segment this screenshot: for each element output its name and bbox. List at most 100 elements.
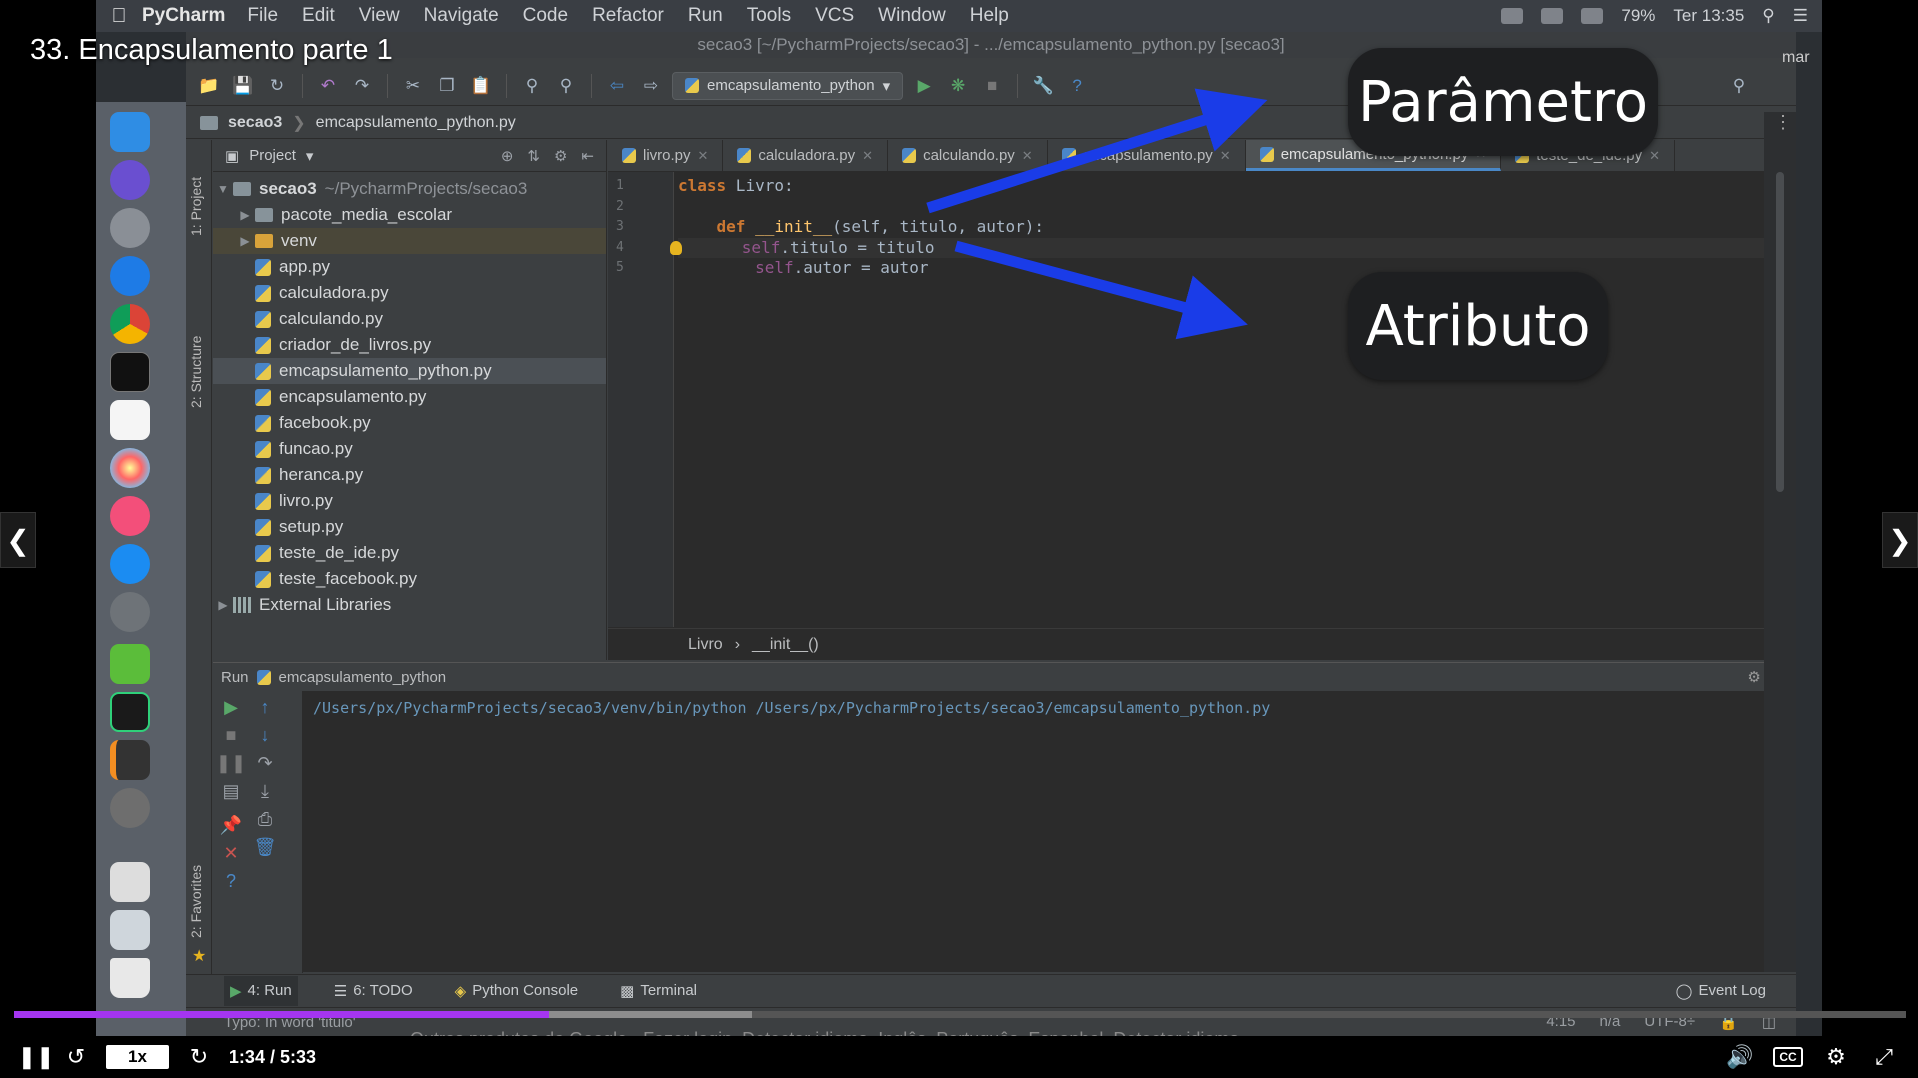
scroll-to-end-icon[interactable]: ⤓	[253, 779, 277, 803]
forward-button[interactable]: ↻	[179, 1037, 219, 1077]
menu-vcs[interactable]: VCS	[815, 5, 854, 27]
chrome-icon[interactable]	[110, 304, 150, 344]
collapsed-arrow-icon[interactable]: ▶	[213, 598, 233, 612]
code-line[interactable]	[678, 197, 1786, 218]
paste-icon[interactable]: 📋	[468, 73, 494, 99]
copy-icon[interactable]: ❐	[434, 73, 460, 99]
stop-icon[interactable]: ■	[219, 723, 243, 747]
replace-icon[interactable]: ⚲	[553, 73, 579, 99]
restore-layout-icon[interactable]: ▤	[219, 779, 243, 803]
run-icon[interactable]: ▶	[911, 73, 937, 99]
editor-tab[interactable]: encapsulamento.py ✕	[1048, 140, 1246, 171]
help-icon[interactable]: ?	[1064, 73, 1090, 99]
settings-wrench-icon[interactable]: 🔧	[1030, 73, 1056, 99]
tree-external-libraries[interactable]: ▶ External Libraries	[213, 592, 606, 618]
hide-panel-icon[interactable]: ⇤	[581, 147, 594, 165]
pin-icon[interactable]: 📌	[219, 813, 243, 837]
lightbulb-icon[interactable]	[670, 241, 682, 255]
previous-lecture-button[interactable]: ❮	[0, 512, 36, 568]
tree-file[interactable]: facebook.py	[213, 410, 606, 436]
redo-icon[interactable]: ↷	[349, 73, 375, 99]
calendar-icon[interactable]	[110, 400, 150, 440]
photos-icon[interactable]	[110, 448, 150, 488]
save-icon[interactable]: 💾	[230, 73, 256, 99]
project-view-selector[interactable]: Project	[249, 147, 296, 164]
breadcrumb-file[interactable]: emcapsulamento_python.py	[316, 114, 516, 132]
tree-file[interactable]: calculando.py	[213, 306, 606, 332]
stop-icon[interactable]: ■	[979, 73, 1005, 99]
next-lecture-button[interactable]: ❯	[1882, 512, 1918, 568]
rerun-icon[interactable]: ▶	[219, 695, 243, 719]
menubar-clock[interactable]: Ter 13:35	[1673, 6, 1744, 26]
tool-tab-terminal[interactable]: ▩ Terminal	[614, 976, 703, 1006]
wifi-icon[interactable]	[1581, 8, 1604, 24]
crumb-class[interactable]: Livro	[688, 636, 723, 654]
volume-icon[interactable]: 🔊	[1720, 1037, 1760, 1077]
settings-gear-icon[interactable]: ⚙	[1816, 1037, 1856, 1077]
run-config-selector[interactable]: emcapsulamento_python ▾	[672, 71, 904, 100]
close-tab-icon[interactable]: ✕	[1022, 148, 1033, 164]
pycharm-icon[interactable]	[110, 692, 150, 732]
video-progress-bar[interactable]	[14, 1011, 1906, 1018]
collapsed-arrow-icon[interactable]: ▶	[235, 234, 255, 248]
tree-file[interactable]: teste_de_ide.py	[213, 540, 606, 566]
gear-icon[interactable]: ⚙	[554, 147, 567, 165]
tree-file[interactable]: criador_de_livros.py	[213, 332, 606, 358]
tree-file[interactable]: setup.py	[213, 514, 606, 540]
chevron-down-icon[interactable]: ▾	[306, 147, 314, 165]
menu-window[interactable]: Window	[878, 5, 946, 27]
editor-tab[interactable]: calculando.py ✕	[888, 140, 1048, 171]
tree-file[interactable]: app.py	[213, 254, 606, 280]
siri-icon[interactable]	[110, 160, 150, 200]
menu-view[interactable]: View	[359, 5, 400, 27]
menu-navigate[interactable]: Navigate	[424, 5, 499, 27]
scrollbar-thumb[interactable]	[1776, 172, 1784, 492]
code-line[interactable]: class Livro:	[678, 176, 1786, 197]
search-everywhere-icon[interactable]: ⚲	[1726, 73, 1752, 99]
menubar-app-name[interactable]: PyCharm	[142, 5, 225, 27]
launchpad-icon[interactable]	[110, 208, 150, 248]
breadcrumb-project[interactable]: secao3	[228, 114, 282, 132]
playback-speed-button[interactable]: 1x	[106, 1045, 169, 1069]
itunes-icon[interactable]	[110, 496, 150, 536]
menu-code[interactable]: Code	[523, 5, 568, 27]
screen-record-icon[interactable]	[1501, 8, 1524, 24]
undo-icon[interactable]: ↶	[315, 73, 341, 99]
sync-icon[interactable]: ↻	[264, 73, 290, 99]
downloads-folder-icon[interactable]	[110, 910, 150, 950]
system-preferences-icon[interactable]	[110, 592, 150, 632]
spotlight-icon[interactable]: ⚲	[1762, 6, 1774, 26]
tool-tab-todo[interactable]: ☰ 6: TODO	[328, 976, 419, 1006]
documents-folder-icon[interactable]	[110, 862, 150, 902]
expanded-arrow-icon[interactable]: ▼	[213, 182, 233, 196]
run-config-tab[interactable]: emcapsulamento_python	[279, 669, 447, 686]
open-folder-icon[interactable]: 📁	[196, 73, 222, 99]
menu-tools[interactable]: Tools	[747, 5, 791, 27]
trash-icon[interactable]: 🗑	[253, 835, 277, 859]
code-area[interactable]: class Livro: def __init__(self, titulo, …	[670, 176, 1786, 279]
finder-icon[interactable]	[110, 112, 150, 152]
terminal-icon[interactable]	[110, 352, 150, 392]
close-icon[interactable]: ✕	[219, 841, 243, 865]
target-icon[interactable]: ⊕	[501, 147, 514, 165]
editor-tab[interactable]: livro.py ✕	[608, 140, 724, 171]
debug-icon[interactable]: ❋	[945, 73, 971, 99]
tool-tab-run[interactable]: ▶ 4: Run	[224, 975, 298, 1006]
tree-file[interactable]: calculadora.py	[213, 280, 606, 306]
close-tab-icon[interactable]: ✕	[698, 148, 709, 164]
battery-percent[interactable]: 79%	[1621, 6, 1655, 26]
collapse-all-icon[interactable]: ⇅	[527, 147, 540, 165]
editor-tab[interactable]: calculadora.py ✕	[723, 140, 889, 171]
pause-icon[interactable]: ❚❚	[216, 751, 246, 775]
utorrent-icon[interactable]	[110, 644, 150, 684]
close-tab-icon[interactable]: ✕	[1220, 148, 1231, 164]
find-icon[interactable]: ⚲	[519, 73, 545, 99]
menu-edit[interactable]: Edit	[302, 5, 335, 27]
trash-icon[interactable]	[110, 958, 150, 998]
notification-center-icon[interactable]: ☰	[1793, 6, 1808, 26]
close-tab-icon[interactable]: ✕	[862, 148, 873, 164]
menu-refactor[interactable]: Refactor	[592, 5, 664, 27]
pause-button[interactable]: ❚❚	[16, 1037, 56, 1077]
scroll-up-icon[interactable]: ↑	[253, 695, 277, 719]
back-icon[interactable]: ⇦	[604, 73, 630, 99]
